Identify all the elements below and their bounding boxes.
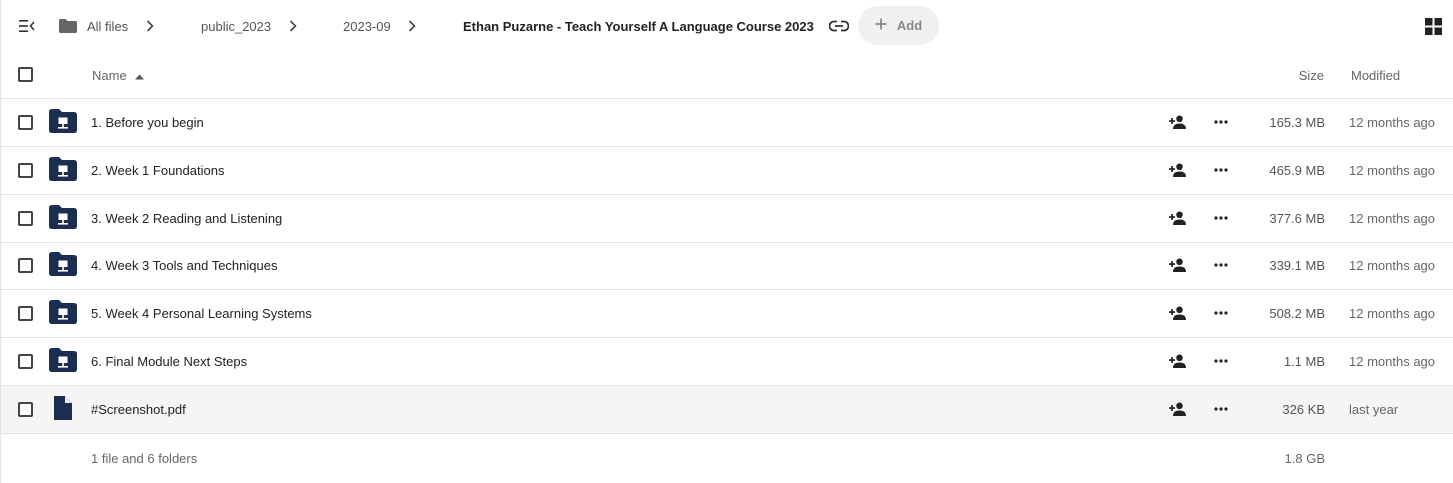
table-footer: 1 file and 6 folders 1.8 GB bbox=[1, 434, 1453, 483]
link-icon[interactable] bbox=[825, 12, 853, 40]
row-checkbox[interactable] bbox=[18, 401, 33, 417]
file-size: 339.1 MB bbox=[1269, 258, 1325, 274]
shared-folder-icon[interactable] bbox=[49, 348, 77, 372]
total-size: 1.8 GB bbox=[1284, 451, 1325, 466]
file-name[interactable]: 3. Week 2 Reading and Listening bbox=[91, 195, 282, 242]
file-modified: 12 months ago bbox=[1349, 210, 1436, 226]
files-app: All files public_2023 2023-09 Ethan Puza… bbox=[0, 0, 1453, 483]
more-horizontal-icon[interactable] bbox=[1210, 254, 1232, 276]
breadcrumb-item-2023-09[interactable]: 2023-09 bbox=[343, 0, 391, 52]
file-modified: last year bbox=[1349, 401, 1399, 417]
table-row[interactable]: 4. Week 3 Tools and Techniques 339.1 MB … bbox=[1, 242, 1453, 291]
breadcrumb-item-public-2023[interactable]: public_2023 bbox=[201, 0, 271, 52]
shared-folder-icon[interactable] bbox=[49, 156, 77, 181]
breadcrumb-current-label: Ethan Puzarne - Teach Yourself A Languag… bbox=[463, 18, 814, 34]
shared-folder-icon[interactable] bbox=[49, 300, 77, 325]
breadcrumb-current[interactable]: Ethan Puzarne - Teach Yourself A Languag… bbox=[463, 0, 814, 52]
file-name[interactable]: #Screenshot.pdf bbox=[91, 386, 186, 433]
column-header-label: Size bbox=[1298, 68, 1324, 83]
file-size: 1.1 MB bbox=[1283, 354, 1325, 369]
file-size: 377.6 MB bbox=[1269, 210, 1325, 226]
column-header-label: Name bbox=[92, 68, 127, 83]
menu-collapse-icon[interactable] bbox=[13, 12, 41, 40]
column-header-name[interactable]: Name bbox=[92, 52, 144, 99]
row-checkbox[interactable] bbox=[18, 210, 33, 226]
file-modified: 12 months ago bbox=[1349, 306, 1436, 322]
chevron-right-icon bbox=[405, 19, 419, 33]
file-name[interactable]: 1. Before you begin bbox=[91, 99, 204, 146]
folder-icon bbox=[59, 19, 77, 33]
table-row[interactable]: 3. Week 2 Reading and Listening 377.6 MB… bbox=[1, 195, 1453, 243]
row-checkbox[interactable] bbox=[18, 115, 33, 130]
row-checkbox[interactable] bbox=[18, 162, 33, 178]
more-horizontal-icon[interactable] bbox=[1210, 398, 1232, 420]
file-size: 508.2 MB bbox=[1269, 306, 1325, 322]
more-horizontal-icon[interactable] bbox=[1210, 159, 1232, 181]
table-row[interactable]: 5. Week 4 Personal Learning Systems 508.… bbox=[1, 290, 1453, 339]
table-row[interactable]: #Screenshot.pdf 326 KB last year bbox=[1, 385, 1453, 434]
file-name[interactable]: 6. Final Module Next Steps bbox=[91, 338, 247, 385]
document-icon[interactable] bbox=[49, 395, 77, 420]
more-horizontal-icon[interactable] bbox=[1210, 302, 1232, 324]
file-modified: 12 months ago bbox=[1349, 354, 1436, 369]
file-size: 326 KB bbox=[1282, 401, 1325, 417]
breadcrumb-item-label: public_2023 bbox=[201, 18, 272, 34]
person-add-icon[interactable] bbox=[1167, 207, 1189, 229]
breadcrumb-home-label: All files bbox=[87, 18, 129, 34]
column-header-size[interactable]: Size bbox=[1299, 52, 1324, 99]
more-horizontal-icon[interactable] bbox=[1210, 350, 1232, 372]
chevron-right-icon bbox=[143, 19, 157, 33]
file-modified: 12 months ago bbox=[1349, 162, 1436, 178]
table-row[interactable]: 1. Before you begin 165.3 MB 12 months a… bbox=[1, 99, 1453, 147]
person-add-icon[interactable] bbox=[1167, 254, 1189, 276]
person-add-icon[interactable] bbox=[1167, 159, 1189, 181]
files-summary: 1 file and 6 folders bbox=[91, 451, 198, 466]
plus-icon bbox=[875, 18, 887, 33]
breadcrumb-item-label: 2023-09 bbox=[343, 18, 391, 34]
file-modified: 12 months ago bbox=[1349, 115, 1436, 130]
shared-folder-icon[interactable] bbox=[49, 204, 77, 229]
table-row[interactable]: 2. Week 1 Foundations 465.9 MB 12 months… bbox=[1, 147, 1453, 195]
file-modified: 12 months ago bbox=[1349, 258, 1436, 274]
row-checkbox[interactable] bbox=[18, 258, 33, 274]
file-name[interactable]: 2. Week 1 Foundations bbox=[91, 147, 224, 194]
row-checkbox[interactable] bbox=[18, 354, 33, 369]
file-name[interactable]: 4. Week 3 Tools and Techniques bbox=[91, 242, 277, 289]
chevron-right-icon bbox=[286, 19, 300, 33]
person-add-icon[interactable] bbox=[1167, 111, 1189, 133]
breadcrumb-home[interactable]: All files bbox=[59, 0, 128, 52]
person-add-icon[interactable] bbox=[1167, 350, 1189, 372]
row-checkbox[interactable] bbox=[18, 306, 33, 322]
file-size: 465.9 MB bbox=[1269, 162, 1325, 178]
add-button[interactable]: Add bbox=[858, 6, 939, 45]
table-header: Name Size Modified bbox=[1, 52, 1453, 99]
column-header-label: Modified bbox=[1351, 68, 1401, 83]
file-size: 165.3 MB bbox=[1269, 115, 1325, 130]
breadcrumb-bar: All files public_2023 2023-09 Ethan Puza… bbox=[1, 0, 1453, 52]
shared-folder-icon[interactable] bbox=[49, 252, 77, 277]
person-add-icon[interactable] bbox=[1167, 302, 1189, 324]
shared-folder-icon[interactable] bbox=[49, 109, 77, 133]
grid-view-icon[interactable] bbox=[1419, 12, 1447, 40]
add-button-label: Add bbox=[896, 18, 923, 33]
table-row[interactable]: 6. Final Module Next Steps 1.1 MB 12 mon… bbox=[1, 338, 1453, 386]
person-add-icon[interactable] bbox=[1167, 398, 1189, 420]
more-horizontal-icon[interactable] bbox=[1210, 207, 1232, 229]
sort-ascending-icon bbox=[134, 68, 144, 83]
file-name[interactable]: 5. Week 4 Personal Learning Systems bbox=[91, 290, 312, 337]
select-all-checkbox[interactable] bbox=[18, 67, 33, 82]
more-horizontal-icon[interactable] bbox=[1210, 111, 1232, 133]
column-header-modified[interactable]: Modified bbox=[1351, 52, 1400, 99]
